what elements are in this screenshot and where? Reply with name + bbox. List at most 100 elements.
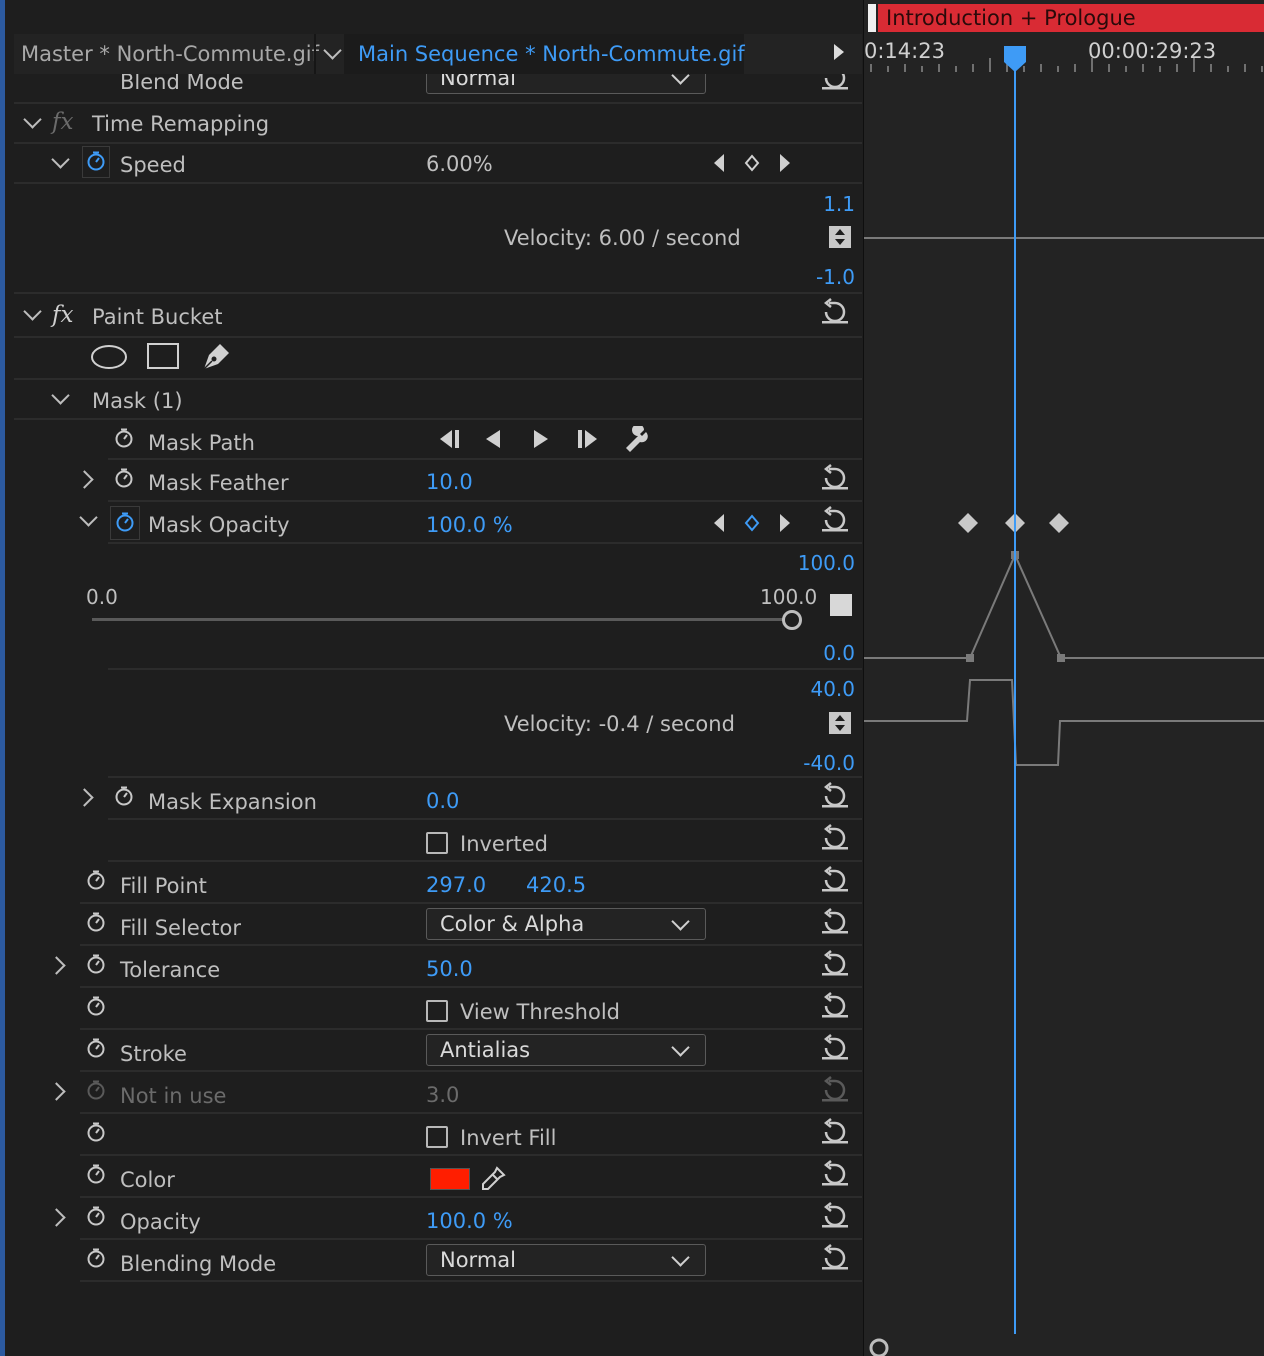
eyedropper-icon[interactable] <box>478 1164 508 1194</box>
stopwatch-icon[interactable] <box>86 996 106 1016</box>
mask-feather-value[interactable]: 10.0 <box>426 472 473 493</box>
play-triangle-icon[interactable] <box>832 42 846 62</box>
reset-icon[interactable] <box>820 1202 850 1230</box>
stroke-label: Stroke <box>120 1042 187 1066</box>
mask-opacity-value-curve <box>864 552 1264 659</box>
fx-icon[interactable]: fx <box>52 304 73 327</box>
speed-graph-min: -1.0 <box>815 265 855 289</box>
mask-opacity-velocity-curve <box>864 679 1264 766</box>
mask-opacity-stopwatch-toggle[interactable] <box>110 506 140 540</box>
reset-icon[interactable] <box>820 506 850 534</box>
opacity-chevron-icon[interactable] <box>47 1208 66 1227</box>
stopwatch-icon[interactable] <box>86 1122 106 1142</box>
blending-mode-row: Blending Mode Normal <box>80 1240 862 1282</box>
stopwatch-icon[interactable] <box>114 468 134 488</box>
reset-icon[interactable] <box>820 1244 850 1272</box>
fill-selector-row: Fill Selector Color & Alpha <box>80 904 862 946</box>
remove-keyframe-icon <box>744 514 760 532</box>
mask-expansion-chevron-icon[interactable] <box>75 788 94 807</box>
mask-opacity-chevron-icon[interactable] <box>79 508 98 527</box>
view-threshold-label: View Threshold <box>460 1000 621 1024</box>
mask-opacity-slider-knob[interactable] <box>782 610 802 630</box>
fill-point-row: Fill Point 297.0 420.5 <box>80 862 862 904</box>
stopwatch-icon <box>87 1080 105 1100</box>
fit-graph-icon[interactable] <box>830 594 852 616</box>
mask-tools-row <box>14 338 862 380</box>
reset-icon[interactable] <box>820 908 850 936</box>
stopwatch-icon[interactable] <box>86 912 106 932</box>
reset-icon[interactable] <box>820 464 850 492</box>
fit-graph-icon[interactable] <box>829 712 851 734</box>
keyframe-marker <box>958 513 978 533</box>
tab-sequence[interactable]: Main Sequence * North-Commute.gif <box>358 44 745 65</box>
fit-graph-icon[interactable] <box>829 226 851 248</box>
paint-bucket-row[interactable]: fx Paint Bucket <box>14 294 862 338</box>
paint-bucket-chevron-icon[interactable] <box>23 302 42 321</box>
fill-selector-label: Fill Selector <box>120 916 241 940</box>
not-in-use-chevron-icon[interactable] <box>47 1082 66 1101</box>
stopwatch-icon[interactable] <box>86 1206 106 1226</box>
rectangle-mask-icon[interactable] <box>146 342 180 370</box>
stopwatch-icon[interactable] <box>86 1248 106 1268</box>
stopwatch-icon[interactable] <box>114 428 134 448</box>
reset-icon[interactable] <box>820 1118 850 1146</box>
speed-value[interactable]: 6.00% <box>426 154 493 175</box>
opacity-row: Opacity 100.0 % <box>47 1198 862 1240</box>
reset-icon[interactable] <box>820 1160 850 1188</box>
mask-opacity-label: Mask Opacity <box>148 513 290 537</box>
mask-label: Mask (1) <box>92 389 183 413</box>
time-remapping-row[interactable]: fx Time Remapping <box>14 104 862 144</box>
reset-icon[interactable] <box>820 782 850 810</box>
stopwatch-icon[interactable] <box>86 954 106 974</box>
mask-chevron-icon[interactable] <box>51 386 70 405</box>
mask-expansion-value[interactable]: 0.0 <box>426 791 459 812</box>
blending-mode-dropdown[interactable]: Normal <box>426 1244 706 1276</box>
opacity-value[interactable]: 100.0 % <box>426 1211 513 1232</box>
reset-icon[interactable] <box>820 298 850 326</box>
tab-master[interactable]: Master * North-Commute.gif <box>21 44 319 65</box>
tolerance-chevron-icon[interactable] <box>47 956 66 975</box>
mask-path-row: Mask Path <box>108 420 862 460</box>
reset-icon[interactable] <box>820 1034 850 1062</box>
stopwatch-icon[interactable] <box>86 1164 106 1184</box>
color-row: Color <box>80 1156 862 1198</box>
reset-icon[interactable] <box>820 866 850 894</box>
reset-icon[interactable] <box>820 992 850 1020</box>
mask-feather-chevron-icon[interactable] <box>75 470 94 489</box>
view-threshold-row: View Threshold <box>80 988 862 1030</box>
speed-label: Speed <box>120 153 186 177</box>
inverted-row: Inverted <box>108 820 862 862</box>
reset-icon[interactable] <box>820 950 850 978</box>
mask-row[interactable]: Mask (1) <box>14 380 862 420</box>
pen-mask-icon[interactable] <box>200 339 234 373</box>
tab-dropdown-chevron-icon[interactable] <box>323 41 342 60</box>
mask-opacity-value[interactable]: 100.0 % <box>426 515 513 536</box>
mask-opacity-slider-track[interactable] <box>92 618 792 621</box>
mask-feather-row: Mask Feather 10.0 <box>75 460 862 502</box>
view-threshold-checkbox[interactable] <box>426 1000 448 1022</box>
fx-icon[interactable]: fx <box>52 111 73 134</box>
velocity-graph-max: 40.0 <box>810 677 855 701</box>
speed-stopwatch-toggle[interactable] <box>82 146 110 178</box>
track-forward-frame-icon <box>578 430 597 448</box>
track-back-frame-icon <box>440 430 459 448</box>
speed-graph-row: 1.1 Velocity: 6.00 / second -1.0 <box>14 184 862 294</box>
tolerance-value[interactable]: 50.0 <box>426 959 473 980</box>
track-backward-icon <box>486 430 500 448</box>
color-swatch[interactable] <box>430 1168 470 1190</box>
fill-selector-dropdown[interactable]: Color & Alpha <box>426 908 706 940</box>
reset-icon[interactable] <box>820 824 850 852</box>
stopwatch-icon[interactable] <box>114 786 134 806</box>
not-in-use-label: Not in use <box>120 1084 227 1108</box>
stroke-dropdown[interactable]: Antialias <box>426 1034 706 1066</box>
tab-bar: Master * North-Commute.gif Main Sequence… <box>14 34 862 74</box>
time-remapping-chevron-icon[interactable] <box>23 110 42 129</box>
invert-fill-checkbox[interactable] <box>426 1126 448 1148</box>
stopwatch-icon[interactable] <box>86 1038 106 1058</box>
speed-chevron-icon[interactable] <box>51 150 70 169</box>
inverted-checkbox[interactable] <box>426 832 448 854</box>
stopwatch-icon[interactable] <box>86 870 106 890</box>
fill-point-x-value[interactable]: 297.0 <box>426 875 486 896</box>
fill-point-y-value[interactable]: 420.5 <box>526 875 586 896</box>
ellipse-mask-icon[interactable] <box>90 343 128 371</box>
